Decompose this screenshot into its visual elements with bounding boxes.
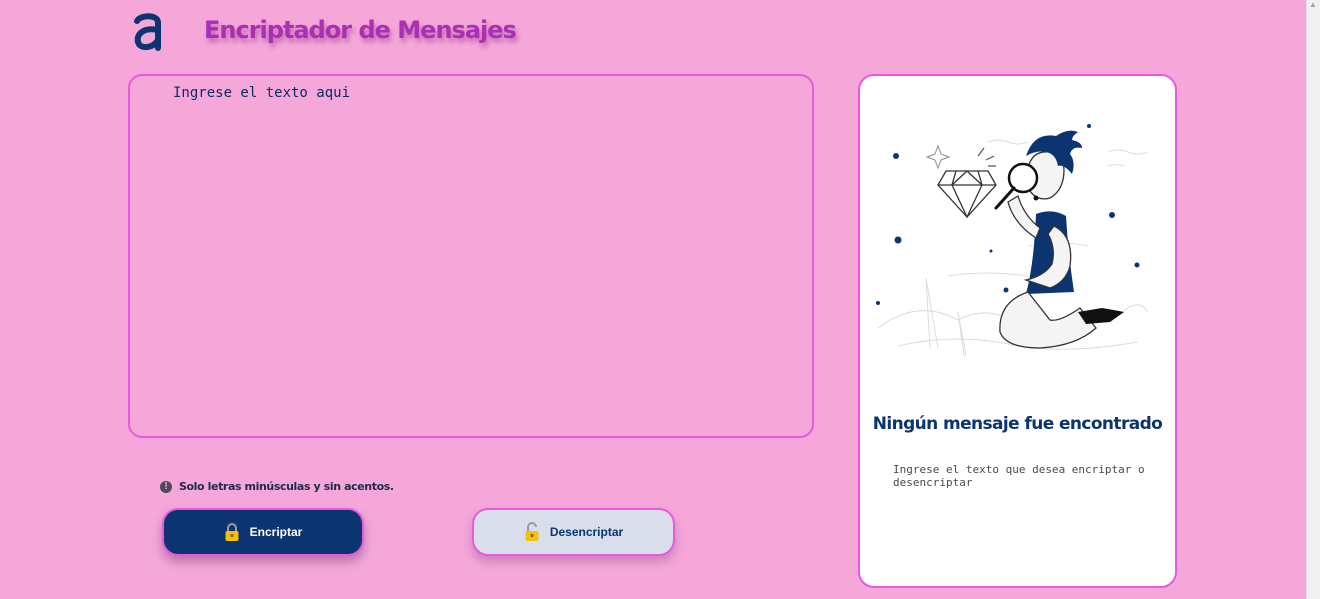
locked-padlock-icon <box>225 523 239 541</box>
unlocked-padlock-icon <box>525 522 539 541</box>
exclamation-circle-icon: ! <box>160 480 172 493</box>
app-title: Encriptador de Mensajes <box>204 16 517 44</box>
person-with-magnifying-glass-illustration <box>876 124 1149 357</box>
scroll-up-arrow-icon[interactable]: ▲ <box>1309 0 1317 10</box>
message-input[interactable] <box>128 74 814 438</box>
result-text: Ingrese el texto que desea encriptar o d… <box>893 463 1145 489</box>
input-hint: ! Solo letras minúsculas y sin acentos. <box>160 480 394 493</box>
result-title: Ningún mensaje fue encontrado <box>872 414 1163 434</box>
encrypt-button[interactable]: Encriptar <box>162 508 364 556</box>
app-logo-icon <box>134 13 161 51</box>
result-panel: Ningún mensaje fue encontrado Ingrese el… <box>858 74 1177 588</box>
decrypt-button[interactable]: Desencriptar <box>472 508 675 556</box>
encrypt-button-label: Encriptar <box>249 525 303 539</box>
decrypt-button-label: Desencriptar <box>549 525 624 539</box>
vertical-scrollbar[interactable] <box>1306 0 1320 599</box>
hint-text: Solo letras minúsculas y sin acentos. <box>179 480 394 493</box>
